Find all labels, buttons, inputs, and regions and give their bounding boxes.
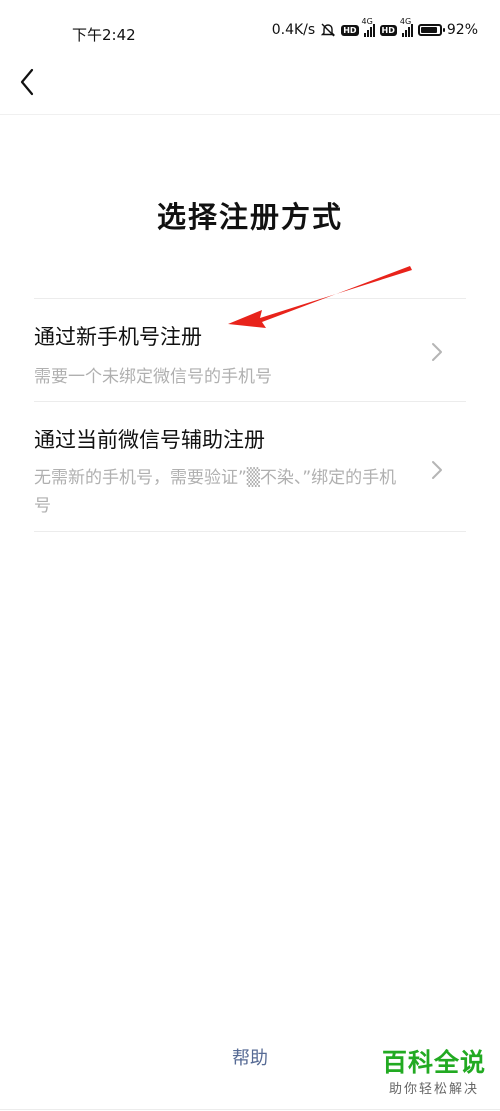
hd-badge: HD: [341, 24, 359, 36]
status-right: 0.4K/s HD 4G HD 4G 92%: [271, 17, 478, 39]
status-bar: 下午2:42 0.4K/s HD 4G HD 4G 92%: [0, 0, 500, 56]
option-desc: 无需新的手机号，需要验证”▒不染、”绑定的手机号: [34, 468, 397, 516]
watermark-sub: 助你轻松解决: [388, 1082, 479, 1097]
option-desc: 需要一个未绑定微信号的手机号: [34, 367, 272, 387]
chevron-left-icon[interactable]: [14, 66, 42, 98]
watermark-main: 百科全说: [381, 1048, 486, 1077]
signal-icon-2: 4G: [400, 17, 413, 37]
chevron-right-icon: [432, 461, 442, 479]
option-title: 通过新手机号注册: [34, 325, 202, 349]
net-speed: 0.4K/s: [271, 22, 316, 38]
status-time: 下午2:42: [72, 26, 136, 44]
network-type: 4G: [361, 16, 373, 26]
watermark: 百科全说 助你轻松解决: [382, 1048, 486, 1097]
page-title: 选择注册方式: [156, 200, 343, 234]
chevron-right-icon: [432, 343, 442, 361]
nav-bar: [0, 56, 500, 115]
mute-bell-icon: [320, 23, 336, 37]
battery-percent: 92%: [446, 22, 478, 38]
signal-icon: 4G: [362, 17, 375, 37]
battery-icon: [417, 24, 445, 36]
hd-badge-2: HD: [379, 24, 397, 36]
network-type-2: 4G: [399, 16, 412, 26]
battery-fill: [420, 27, 438, 33]
option-title: 通过当前微信号辅助注册: [34, 428, 265, 452]
option-current-wechat[interactable]: 通过当前微信号辅助注册 无需新的手机号，需要验证”▒不染、”绑定的手机号: [34, 402, 466, 532]
bottom-divider: [0, 1109, 500, 1110]
annotation-arrow-icon: [228, 266, 412, 328]
